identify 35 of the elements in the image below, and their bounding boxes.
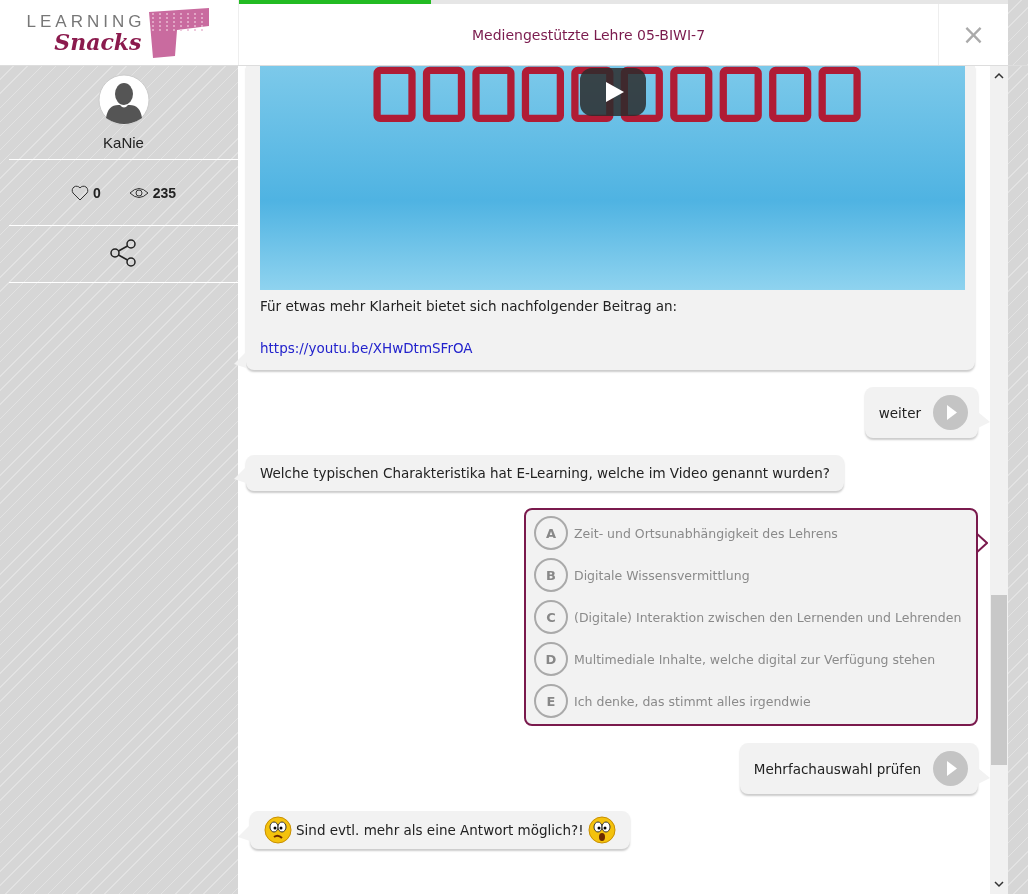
answer-option[interactable]: E Ich denke, das stimmt alles irgendwie [534, 684, 976, 718]
author-name: KaNie [103, 134, 144, 151]
option-letter: A [534, 516, 568, 550]
confused-face-icon [264, 816, 292, 844]
play-button-icon[interactable] [580, 68, 646, 116]
option-letter: C [534, 600, 568, 634]
message-text: Für etwas mehr Klarheit bietet sich nachfolgender Beitrag an: [260, 298, 679, 314]
avatar-icon [97, 74, 150, 126]
scrollbar-thumb[interactable] [991, 595, 1007, 765]
video-thumbnail[interactable] [260, 66, 965, 290]
video-link[interactable]: https://youtu.be/XHwDtmSFrOA [260, 340, 965, 356]
option-letter: B [534, 558, 568, 592]
scroll-down-icon[interactable] [994, 880, 1004, 888]
option-letter: E [534, 684, 568, 718]
scroll-up-icon[interactable] [994, 72, 1004, 80]
logo-dots-icon [147, 7, 212, 58]
scrollbar[interactable] [990, 66, 1008, 894]
answer-option[interactable]: C (Digitale) Interaktion zwischen den Lernenden und Lehrenden [534, 600, 976, 634]
logo-text: Snacks [54, 30, 142, 53]
play-icon [933, 751, 968, 786]
share-icon[interactable] [108, 238, 139, 268]
question-text: Welche typischen Charakteristika hat E-Learning, welche im Video genannt wurden? [260, 465, 830, 481]
shocked-face-icon [587, 816, 616, 844]
logo-text: LEARNING [26, 12, 146, 31]
message-text: Sind evtl. mehr als eine Antwort möglich?! [296, 822, 584, 838]
snack-title: Mediengestützte Lehre 05-BIWI-7 [470, 25, 707, 45]
play-icon [933, 395, 968, 430]
answer-option[interactable]: A Zeit- und Ortsunabhängigkeit des Lehrens [534, 516, 976, 550]
answer-option[interactable]: B Digitale Wissensvermittlung [534, 558, 976, 592]
heart-icon[interactable] [70, 185, 89, 201]
views-count: 235 [152, 185, 177, 201]
eye-icon [128, 187, 149, 199]
answer-option[interactable]: D Multimediale Inhalte, welche digital zur Verfügung stehen [534, 642, 976, 676]
likes-count: 0 [92, 185, 101, 201]
option-letter: D [534, 642, 568, 676]
